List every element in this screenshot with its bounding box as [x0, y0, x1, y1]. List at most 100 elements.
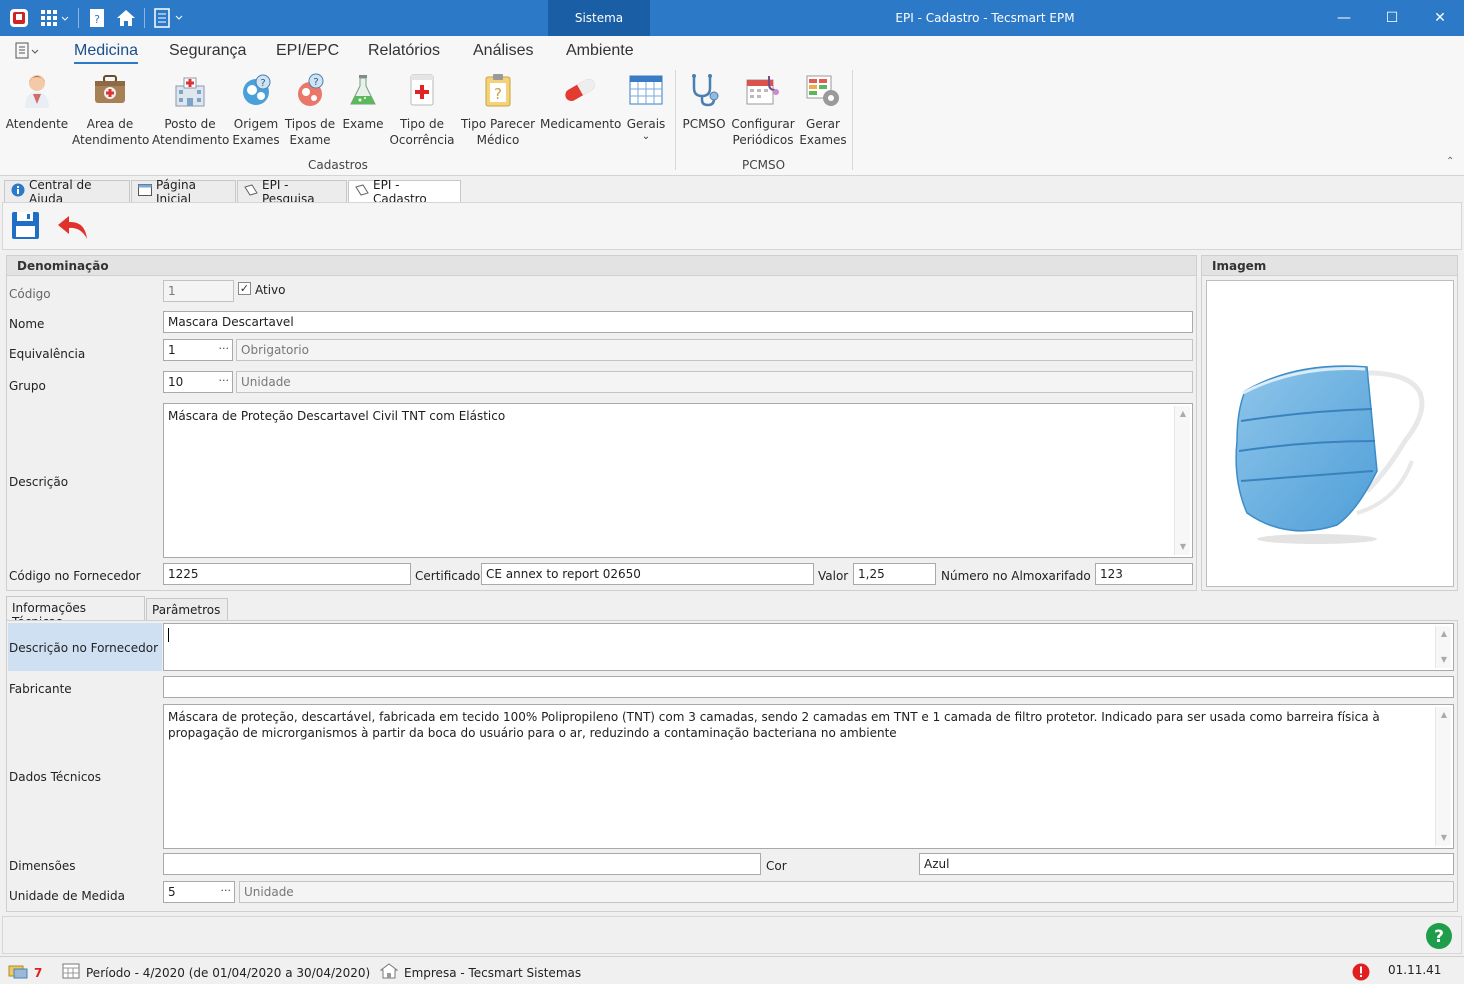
ribbon-label: Exame — [289, 133, 331, 147]
ribbon-label: Ocorrência — [389, 133, 455, 147]
grid-menu-icon[interactable] — [38, 6, 72, 30]
ribbon-gerar-exames-button[interactable]: Gerar Exames — [798, 72, 848, 148]
descricao-fornecedor-memo[interactable]: ▲ ▼ — [163, 623, 1454, 671]
tab-parametros[interactable]: Parâmetros — [146, 598, 228, 620]
scroll-down-icon[interactable]: ▼ — [1175, 539, 1191, 555]
scroll-up-icon[interactable]: ▲ — [1436, 707, 1452, 723]
tab-epi-pesquisa[interactable]: EPI - Pesquisa — [237, 178, 347, 206]
ribbon-pcmso-button[interactable]: PCMSO — [680, 72, 728, 132]
tab-central-ajuda[interactable]: Central de Ajuda — [4, 178, 130, 206]
scroll-down-icon[interactable]: ▼ — [1436, 652, 1452, 668]
first-aid-icon — [404, 72, 440, 108]
tab-informacoes-tecnicas[interactable]: Informações Técnicas — [6, 596, 145, 629]
grupo-code-field[interactable]: 10 ··· — [163, 371, 233, 393]
app-logo-icon[interactable] — [8, 6, 30, 30]
scroll-up-icon[interactable]: ▲ — [1436, 626, 1452, 642]
ellipsis-icon[interactable]: ··· — [219, 374, 230, 387]
nome-label: Nome — [9, 317, 45, 331]
periodo-item[interactable]: Período - 4/2020 (de 01/04/2020 a 30/04/… — [62, 963, 370, 982]
menu-epi-epc[interactable]: EPI/EPC — [276, 42, 339, 60]
ribbon-origem-exames-button[interactable]: ? Origem Exames — [230, 72, 282, 148]
codigo-fornecedor-field[interactable]: 1225 — [163, 563, 411, 585]
ribbon-tipo-parecer-button[interactable]: ? Tipo Parecer Médico — [458, 72, 538, 148]
stethoscope-icon — [686, 72, 722, 108]
ativo-checkbox[interactable]: ✓ — [238, 282, 251, 295]
document-list-icon[interactable] — [152, 6, 186, 30]
field-value: 1 — [168, 343, 176, 357]
ribbon-gerais-button[interactable]: Gerais ⌄ — [622, 72, 670, 142]
valor-field[interactable]: 1,25 — [853, 563, 936, 585]
minimize-button[interactable]: — — [1334, 8, 1354, 28]
help-book-icon[interactable]: ? — [86, 6, 108, 30]
quick-access-icon[interactable] — [14, 42, 42, 63]
ribbon-label: Configurar — [731, 117, 795, 131]
text-caret — [168, 628, 169, 642]
ribbon-exame-button[interactable]: Exame — [340, 72, 386, 132]
product-image[interactable] — [1206, 280, 1454, 587]
empresa-item[interactable]: Empresa - Tecsmart Sistemas — [379, 963, 582, 982]
vertical-scrollbar[interactable]: ▲ ▼ — [1435, 626, 1451, 668]
ribbon-area-atendimento-button[interactable]: Area de Atendimento — [72, 72, 149, 148]
menu-relatorios[interactable]: Relatórios — [368, 42, 440, 60]
ribbon-atendente-button[interactable]: Atendente — [4, 72, 70, 132]
ellipsis-icon[interactable]: ··· — [221, 884, 232, 897]
svg-text:?: ? — [494, 85, 502, 103]
ribbon-label: Tipos de — [284, 117, 336, 131]
panel-header: Imagem — [1202, 256, 1457, 276]
equivalencia-code-field[interactable]: 1 ··· — [163, 339, 233, 361]
cor-field[interactable]: Azul — [919, 853, 1454, 875]
vertical-scrollbar[interactable]: ▲ ▼ — [1174, 406, 1190, 555]
fabricante-label: Fabricante — [9, 682, 72, 696]
help-button[interactable]: ? — [1425, 922, 1453, 953]
equivalencia-label: Equivalência — [9, 347, 86, 361]
field-value: 5 — [168, 885, 176, 899]
notification-icon — [8, 963, 28, 982]
ribbon-tipo-ocorrencia-button[interactable]: Tipo de Ocorrência — [388, 72, 456, 148]
building-icon — [379, 963, 399, 982]
info-icon — [11, 183, 25, 200]
empresa-text: Empresa - Tecsmart Sistemas — [404, 965, 582, 980]
numero-almoxarifado-field[interactable]: 123 — [1095, 563, 1193, 585]
ribbon-medicamento-button[interactable]: Medicamento — [540, 72, 621, 132]
ribbon-label: Exame — [342, 117, 384, 131]
undo-button[interactable] — [57, 213, 89, 244]
ribbon-label: Origem — [233, 117, 279, 131]
collapse-ribbon-icon[interactable]: ⌃ — [1446, 156, 1454, 167]
alert-item[interactable] — [1352, 963, 1370, 984]
ribbon: Atendente Area de Atendimento Posto de A… — [0, 66, 1464, 176]
tab-epi-cadastro[interactable]: EPI - Cadastro — [348, 178, 461, 206]
fabricante-field[interactable] — [163, 676, 1454, 698]
descricao-memo[interactable]: Máscara de Proteção Descartavel Civil TN… — [163, 403, 1193, 558]
menu-analises[interactable]: Análises — [473, 42, 533, 60]
maximize-button[interactable]: ☐ — [1382, 8, 1402, 28]
valor-label: Valor — [818, 569, 849, 583]
descricao-label: Descrição — [9, 475, 69, 489]
close-button[interactable]: ✕ — [1430, 8, 1450, 28]
flask-icon — [345, 72, 381, 108]
generate-exams-icon — [805, 72, 841, 108]
notifications-item[interactable]: 7 — [8, 963, 42, 982]
ribbon-tipos-exame-button[interactable]: ? Tipos de Exame — [284, 72, 336, 148]
ribbon-configurar-periodicos-button[interactable]: Configurar Periódicos — [730, 72, 796, 148]
section-label[interactable]: Sistema — [548, 0, 650, 36]
numero-almoxarifado-label: Número no Almoxarifado — [941, 569, 1091, 583]
tab-pagina-inicial[interactable]: Página Inicial — [131, 178, 236, 206]
home-icon[interactable] — [114, 6, 138, 30]
unidade-code-field[interactable]: 5 ··· — [163, 881, 235, 903]
menu-medicina[interactable]: Medicina — [74, 42, 139, 64]
scroll-up-icon[interactable]: ▲ — [1175, 406, 1191, 422]
save-button[interactable] — [11, 211, 41, 244]
dimensoes-field[interactable] — [163, 853, 761, 875]
menu-ambiente[interactable]: Ambiente — [566, 42, 634, 60]
certificado-field[interactable]: CE annex to report 02650 — [481, 563, 814, 585]
calendar-stethoscope-icon — [745, 72, 781, 108]
ellipsis-icon[interactable]: ··· — [219, 342, 230, 355]
scroll-down-icon[interactable]: ▼ — [1436, 830, 1452, 846]
dados-tecnicos-memo[interactable]: Máscara de proteção, descartável, fabric… — [163, 704, 1454, 849]
menu-seguranca[interactable]: Segurança — [169, 42, 246, 60]
alert-icon — [1352, 963, 1370, 984]
codigo-field[interactable]: 1 — [163, 280, 234, 302]
vertical-scrollbar[interactable]: ▲ ▼ — [1435, 707, 1451, 846]
nome-field[interactable]: Mascara Descartavel — [163, 311, 1193, 333]
ribbon-posto-atendimento-button[interactable]: Posto de Atendimento — [152, 72, 229, 148]
